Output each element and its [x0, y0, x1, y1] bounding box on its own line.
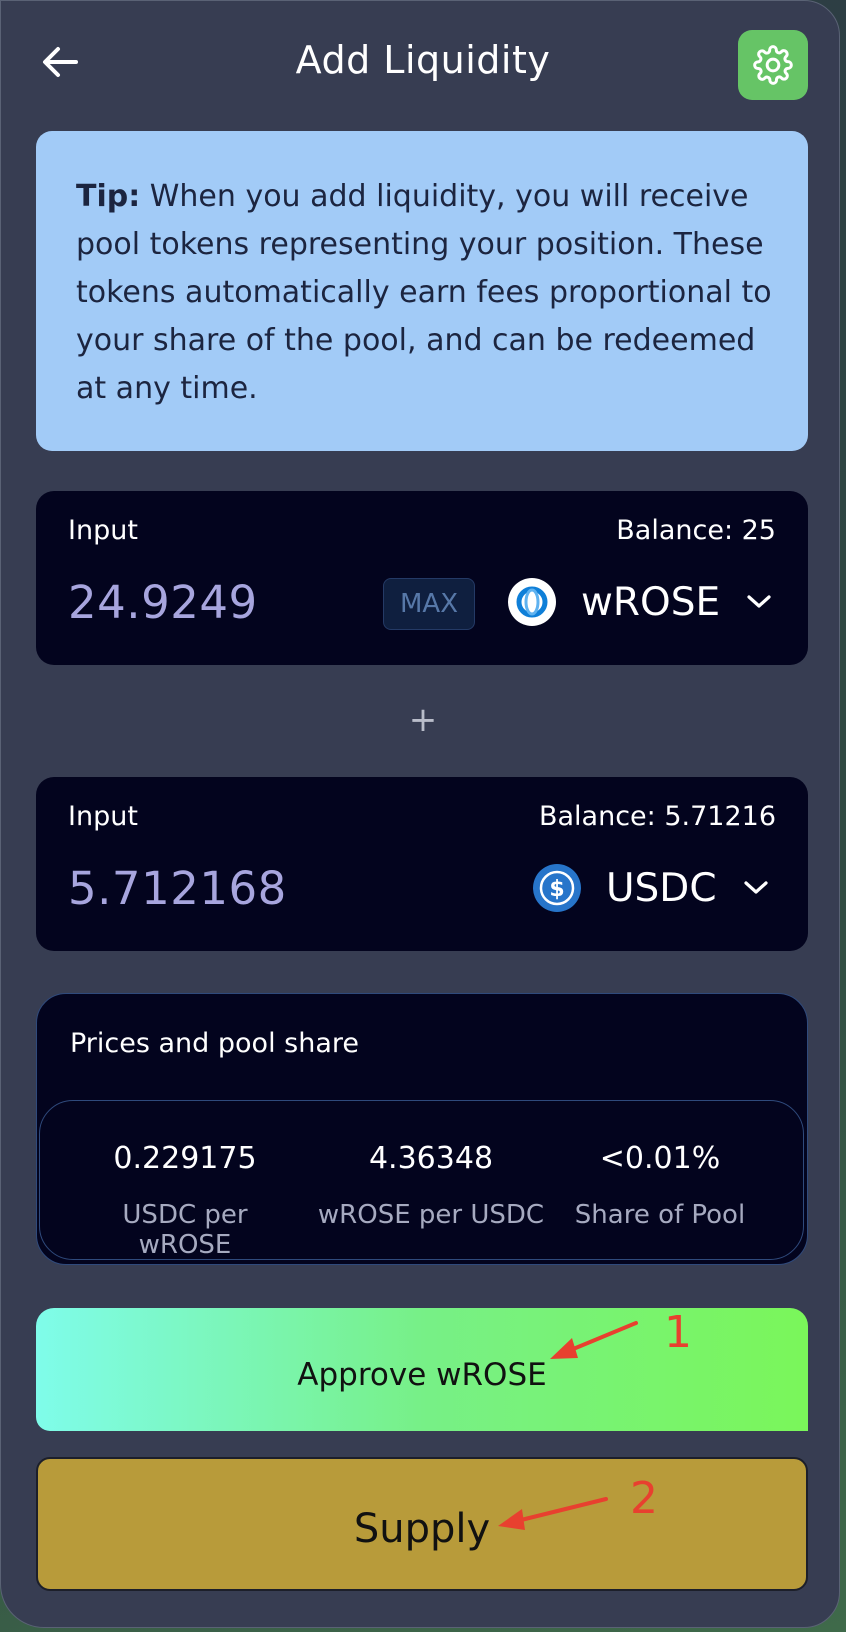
annotation-arrow-icon — [498, 1497, 608, 1530]
annotation-number-2: 2 — [630, 1473, 658, 1524]
annotation-arrows — [498, 1321, 638, 1530]
annotation-number-1: 1 — [664, 1307, 692, 1358]
annotation-arrow-icon — [550, 1321, 638, 1359]
